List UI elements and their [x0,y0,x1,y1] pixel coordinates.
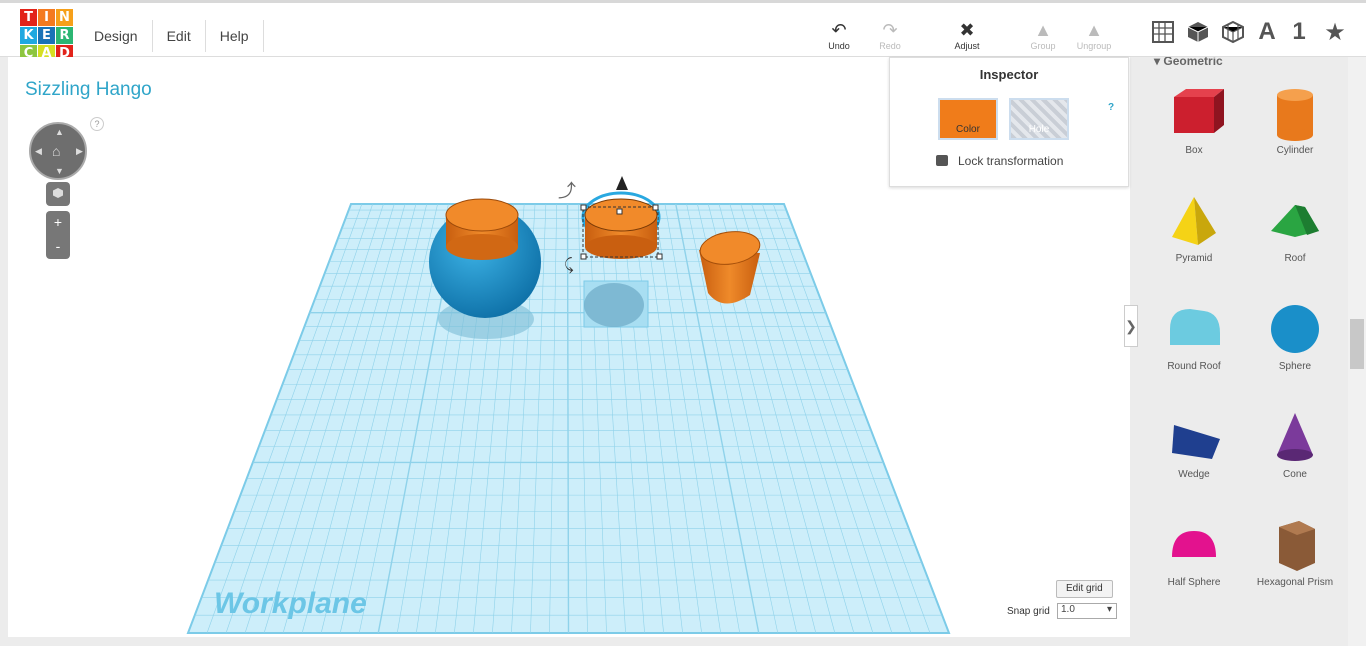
lock-transformation-toggle[interactable]: Lock transformation [936,154,1063,168]
logo-letter: R [56,27,73,44]
collapse-sidebar-button[interactable]: ❯ [1124,305,1138,347]
inspector-help-icon[interactable]: ? [1108,102,1114,113]
sidebar-scrollbar[interactable] [1348,57,1366,646]
undo-button[interactable]: ↶ Undo [811,19,867,51]
star-icon[interactable]: ★ [1320,17,1350,47]
adjust-icon: ✖ [959,20,975,40]
edit-grid-button[interactable]: Edit grid [1056,580,1113,598]
shape-box[interactable]: Box [1144,85,1244,156]
rotate-handle-bottom-icon[interactable]: ⤹ [564,257,574,274]
color-swatch-button[interactable]: Color [938,98,998,140]
number-tool[interactable]: 1 [1284,17,1314,47]
redo-icon: ↷ [882,20,898,40]
lock-icon [936,155,948,166]
menu-design[interactable]: Design [80,20,153,52]
workplane-label: Workplane [214,587,367,620]
logo-letter: E [38,27,55,44]
shape-cylinder[interactable]: Cylinder [1245,85,1345,156]
shape-sphere[interactable]: Sphere [1245,301,1345,372]
ungroup-button[interactable]: ▲ Ungroup [1066,19,1122,51]
section-geometric[interactable]: ▾ Geometric [1154,57,1223,68]
shape-cone[interactable]: Cone [1245,409,1345,480]
group-icon: ▲ [1034,20,1052,40]
ungroup-icon: ▲ [1085,20,1103,40]
inspector-title: Inspector [979,67,1039,82]
round-roof-icon [1170,309,1220,345]
logo-letter: K [20,27,37,44]
grid-view-icon[interactable] [1148,17,1178,47]
logo-letter: T [20,9,37,26]
sphere-icon [1271,305,1319,353]
wire-view-icon[interactable] [1218,17,1248,47]
hole-button[interactable]: Hole [1009,98,1069,140]
logo-letter: I [38,9,55,26]
text-tool[interactable]: A [1252,17,1282,47]
shapes-sidebar: ▾ Geometric Box Cylinder Pyramid Roof Round … [1138,57,1348,646]
snap-grid-select[interactable]: 1.0 ▾ [1057,603,1117,619]
menu-edit[interactable]: Edit [153,20,206,52]
orange-cylinder-on-sphere[interactable] [445,198,519,260]
group-button[interactable]: ▲ Group [1015,19,1071,51]
shape-round-roof[interactable]: Round Roof [1144,301,1244,372]
shape-pyramid[interactable]: Pyramid [1144,193,1244,264]
wedge-icon [1172,425,1220,459]
snap-grid-label: Snap grid [1007,606,1050,617]
shape-half-sphere[interactable]: Half Sphere [1144,517,1244,588]
adjust-button[interactable]: ✖ Adjust [939,19,995,51]
hexagonal-prism-icon [1279,521,1315,571]
rotate-handle-icon[interactable]: ⤴ [558,181,576,201]
chevron-down-icon: ▾ [1106,604,1112,615]
cone-icon [1277,413,1313,461]
half-sphere-icon [1172,531,1216,557]
roof-icon [1271,205,1319,237]
menu-help[interactable]: Help [206,20,264,52]
cylinder-shadow [584,283,644,327]
scroll-thumb[interactable] [1350,319,1364,369]
tinkercad-logo[interactable]: TINKERCAD [20,9,74,63]
logo-letter: N [56,9,73,26]
cylinder-icon [1277,89,1313,141]
inspector-panel: Inspector ? Color Hole Lock transformati… [889,57,1129,187]
shape-roof[interactable]: Roof [1245,193,1345,264]
shape-wedge[interactable]: Wedge [1144,409,1244,480]
pyramid-icon [1172,197,1216,245]
lift-handle-icon[interactable] [616,176,628,190]
shape-hexagonal-prism[interactable]: Hexagonal Prism [1245,517,1345,588]
undo-icon: ↶ [831,20,847,40]
box-icon [1174,89,1224,133]
main-menu: Design Edit Help [80,20,264,52]
solid-view-icon[interactable] [1183,17,1213,47]
selected-orange-cylinder[interactable] [581,191,661,259]
redo-button[interactable]: ↷ Redo [862,19,918,51]
top-bar: TINKERCAD Design Edit Help ↶ Undo ↷ Redo… [0,0,1366,62]
